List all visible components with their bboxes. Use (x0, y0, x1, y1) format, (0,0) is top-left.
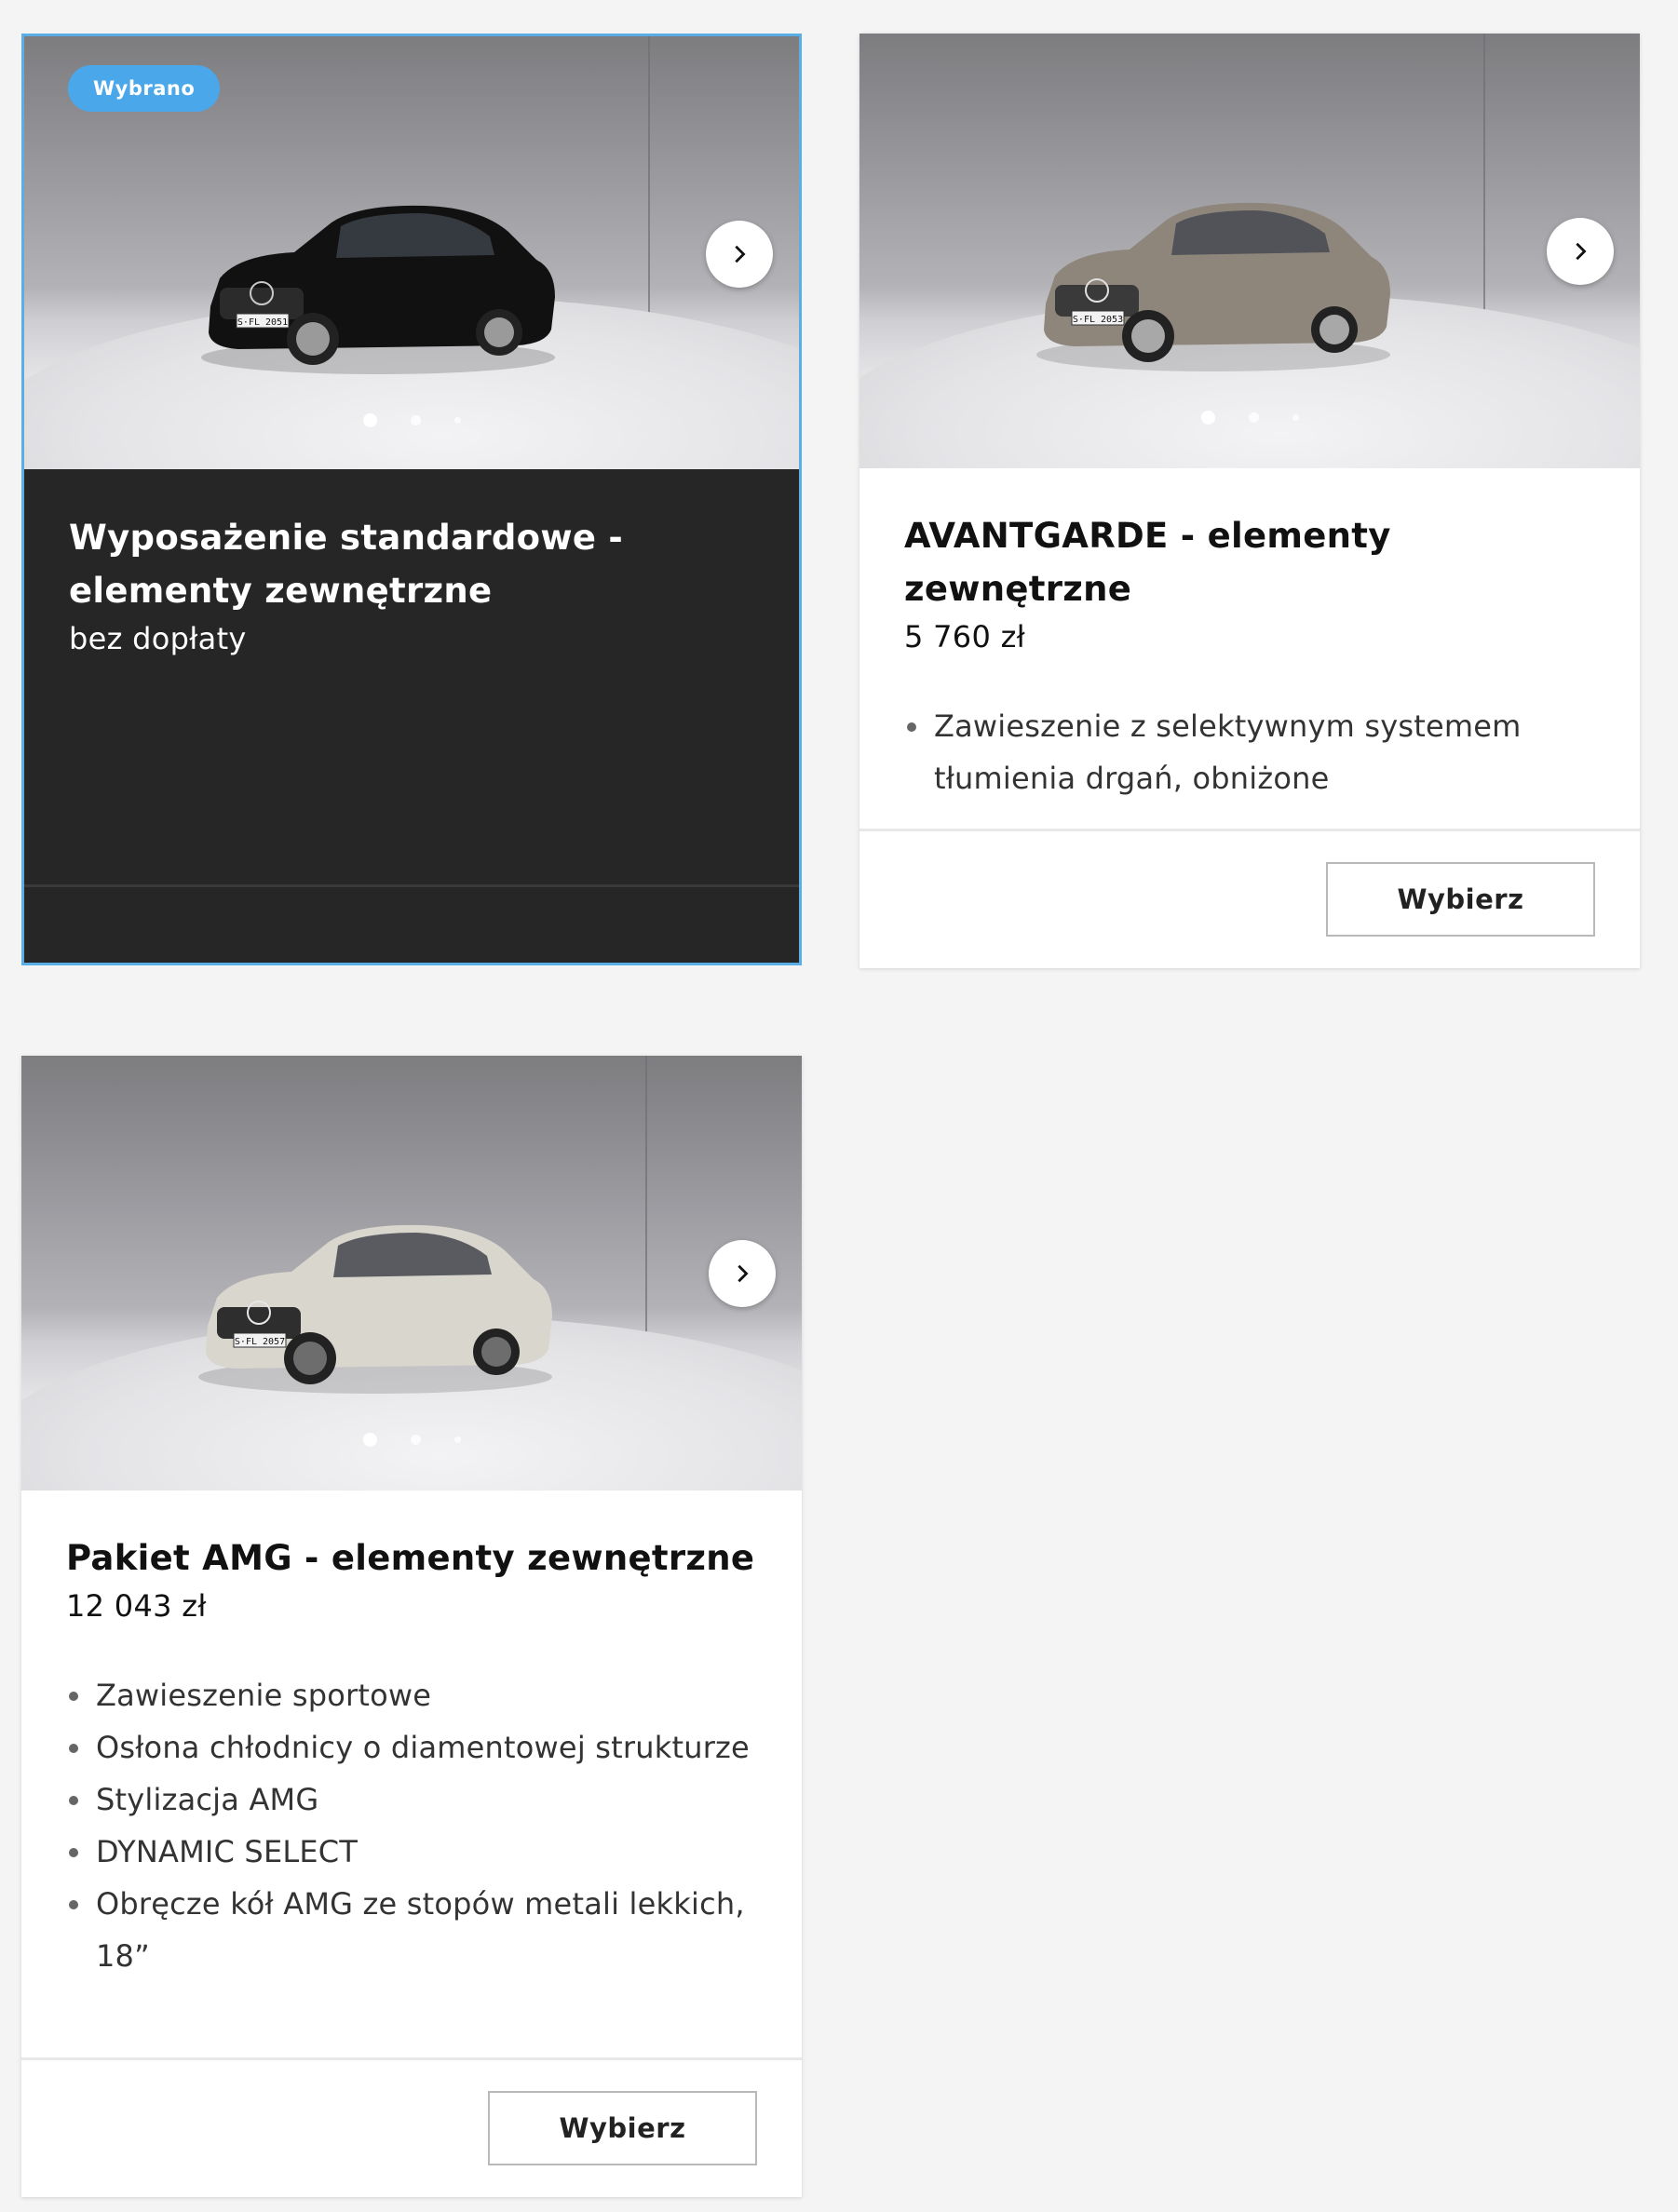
car-image: S·FL 2053 (1036, 202, 1390, 371)
chevron-right-icon (1576, 242, 1587, 261)
carousel-dots (859, 411, 1640, 425)
card-price: 12 043 zł (66, 1588, 207, 1624)
card-body: Wyposażenie standardowe - elementy zewnę… (24, 471, 799, 660)
card-title: Wyposażenie standardowe - elementy zewnę… (69, 518, 624, 611)
carousel-dot[interactable] (453, 1436, 461, 1443)
feature-list: Zawieszenie sportowe Osłona chłodnicy o … (66, 1669, 757, 1982)
chevron-right-icon (735, 245, 746, 263)
carousel-dot[interactable] (410, 1435, 421, 1445)
feature-item: Zawieszenie z selektywnym systemem tłumi… (904, 700, 1595, 804)
select-button[interactable]: Wybierz (488, 2091, 757, 2165)
car-image-carousel: S·FL 2053 (859, 34, 1640, 468)
carousel-dot[interactable] (362, 413, 377, 427)
car-image-carousel: S·FL 2057 (21, 1056, 802, 1490)
selected-badge: Wybrano (68, 65, 221, 112)
svg-text:S·FL 2051: S·FL 2051 (237, 317, 288, 328)
car-image-carousel: S·FL 2051 Wybrano (24, 36, 799, 469)
card-price: bez dopłaty (69, 621, 247, 656)
next-image-button[interactable] (709, 1240, 776, 1307)
carousel-dot[interactable] (1292, 414, 1299, 421)
card-price: 5 760 zł (904, 619, 1026, 654)
card-title: AVANTGARDE - elementy zewnętrzne (904, 516, 1391, 609)
carousel-dots (24, 413, 799, 427)
carousel-dot[interactable] (1248, 412, 1259, 423)
svg-text:S·FL 2057: S·FL 2057 (235, 1337, 285, 1347)
feature-item: Stylizacja AMG (66, 1774, 757, 1826)
feature-item: Osłona chłodnicy o diamentowej strukturz… (66, 1721, 757, 1774)
carousel-dots (21, 1433, 802, 1447)
card-body: Pakiet AMG - elementy zewnętrzne 12 043 … (21, 1490, 802, 1982)
card-footer (24, 884, 799, 963)
carousel-dot[interactable] (410, 415, 421, 425)
next-image-button[interactable] (1547, 218, 1614, 285)
card-footer: Wybierz (21, 2057, 802, 2197)
carousel-dot[interactable] (362, 1433, 377, 1447)
car-image: S·FL 2057 (198, 1224, 552, 1394)
select-button[interactable]: Wybierz (1326, 862, 1595, 937)
car-image: S·FL 2051 (201, 205, 555, 374)
next-image-button[interactable] (706, 221, 773, 288)
option-card-amg[interactable]: S·FL 2057 Pakiet AMG - elementy zewnętrz… (21, 1056, 802, 2197)
feature-item: Zawieszenie sportowe (66, 1669, 757, 1721)
card-footer: Wybierz (859, 829, 1640, 968)
feature-list: Zawieszenie z selektywnym systemem tłumi… (904, 700, 1595, 804)
carousel-dot[interactable] (453, 417, 461, 424)
option-card-avantgarde[interactable]: S·FL 2053 AVANTGARDE - elementy zewnętrz… (859, 34, 1640, 968)
svg-text:S·FL 2053: S·FL 2053 (1073, 315, 1123, 325)
feature-item: Obręcze kół AMG ze stopów metali lekkich… (66, 1878, 757, 1982)
card-title: Pakiet AMG - elementy zewnętrzne (66, 1538, 755, 1578)
feature-item: DYNAMIC SELECT (66, 1826, 757, 1878)
carousel-dot[interactable] (1200, 411, 1215, 425)
chevron-right-icon (738, 1264, 749, 1283)
option-card-standard[interactable]: S·FL 2051 Wybrano Wyposażenie standardow… (21, 34, 802, 965)
card-body: AVANTGARDE - elementy zewnętrzne 5 760 z… (859, 468, 1640, 804)
